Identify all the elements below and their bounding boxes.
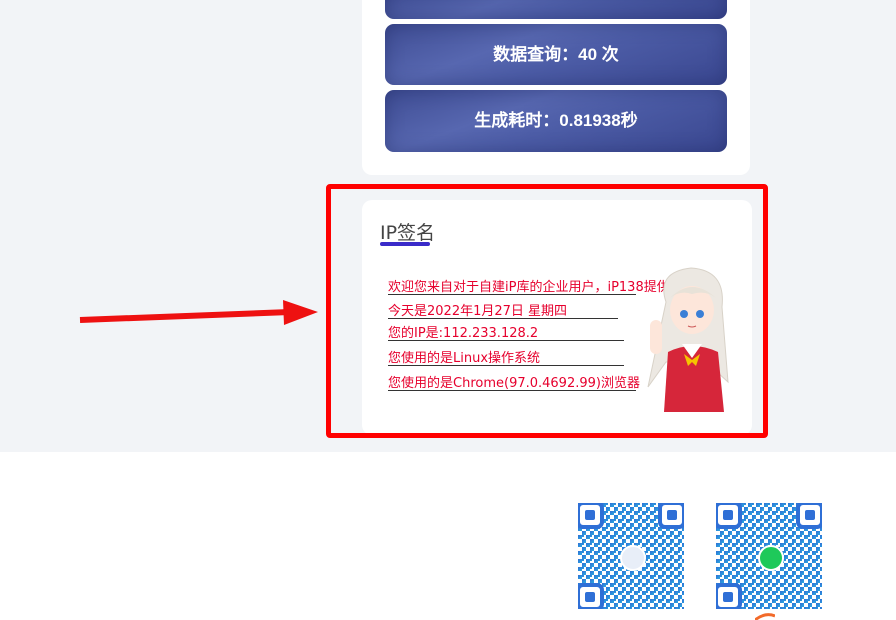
title-underline <box>380 242 430 246</box>
signature-line: 您的IP是:112.233.128.2 <box>388 326 539 341</box>
green-contact-icon <box>758 545 784 571</box>
signature-line: 您使用的是Linux操作系统 <box>388 351 541 366</box>
red-arrow-icon <box>79 300 318 325</box>
qr-code-1 <box>576 501 686 611</box>
user-avatar-icon <box>620 545 646 571</box>
signature-rule <box>388 390 636 391</box>
signature-rule <box>388 318 618 319</box>
ip-signature-image: 欢迎您来自对于自建iP库的企业用户，iP138提供离线 今天是2022年1月27… <box>380 262 736 412</box>
signature-line: 您使用的是Chrome(97.0.4692.99)浏览器 <box>388 376 640 391</box>
signature-rule <box>388 294 636 295</box>
content-area: 数据查询：40 次 生成耗时：0.81938秒 IP签名 欢迎您来自对于自建iP… <box>0 0 896 452</box>
orange-corner-mark <box>755 613 775 620</box>
qr-code-2 <box>714 501 824 611</box>
stat-button-partial[interactable] <box>385 0 727 19</box>
anime-girl-illustration <box>647 267 729 412</box>
ip-signature-title: IP签名 <box>380 222 436 244</box>
signature-line: 今天是2022年1月27日 星期四 <box>388 304 568 319</box>
signature-rule <box>388 340 624 341</box>
signature-rule <box>388 365 624 366</box>
generation-time-stat[interactable]: 生成耗时：0.81938秒 <box>385 90 727 152</box>
data-query-stat[interactable]: 数据查询：40 次 <box>385 24 727 85</box>
ip-signature-card: IP签名 欢迎您来自对于自建iP库的企业用户，iP138提供离线 今天是2022… <box>362 200 752 435</box>
